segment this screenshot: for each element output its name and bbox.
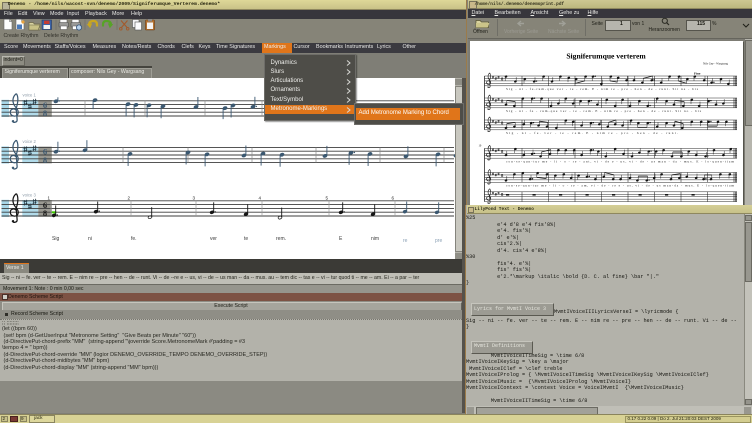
svg-text:Nils Gey - Wargsang: Nils Gey - Wargsang bbox=[703, 62, 729, 66]
svg-text:ni: ni bbox=[88, 236, 92, 242]
svg-text:Sig - ni - fe - rum-que ve: Sig - ni - fe - rum-que ver - te - rem. … bbox=[506, 109, 702, 113]
svg-text:voice 2: voice 2 bbox=[23, 139, 37, 144]
svg-text:rem.: rem. bbox=[276, 236, 286, 242]
svg-text:voice 3: voice 3 bbox=[23, 193, 37, 198]
svg-text:Sig - ni - fe. ver - te -: Sig - ni - fe. ver - te - rem. E - nim r… bbox=[506, 131, 678, 135]
svg-text:fe.: fe. bbox=[131, 236, 137, 242]
svg-text:Fine: Fine bbox=[694, 72, 701, 76]
svg-text:re: re bbox=[403, 238, 408, 244]
svg-text:Sig - ni - fe-rum-que ver - te: Sig - ni - fe-rum-que ver - te - rem. E … bbox=[506, 87, 699, 91]
svg-text:ver: ver bbox=[210, 236, 217, 242]
svg-text:8: 8 bbox=[43, 155, 47, 165]
svg-text:Sig: Sig bbox=[52, 236, 59, 242]
svg-text:pre: pre bbox=[435, 238, 442, 244]
svg-text:voice 1: voice 1 bbox=[23, 93, 37, 98]
svg-text:nim: nim bbox=[371, 236, 379, 242]
svg-text:te: te bbox=[244, 236, 248, 242]
svg-text:Signiferumque verterem: Signiferumque verterem bbox=[566, 52, 646, 61]
svg-text:8: 8 bbox=[43, 208, 47, 218]
svg-text:8: 8 bbox=[43, 108, 47, 118]
